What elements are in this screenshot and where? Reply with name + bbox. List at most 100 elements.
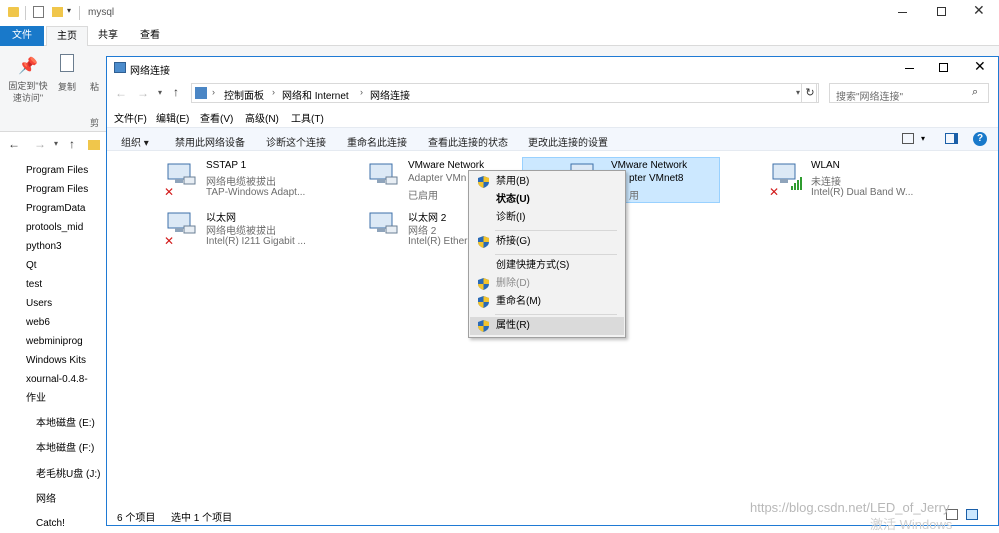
tree-item[interactable]: test bbox=[26, 276, 106, 294]
organize-button[interactable]: 组织 ▾ bbox=[121, 134, 149, 149]
refresh-button[interactable]: ↻ bbox=[801, 83, 819, 103]
item-name: SSTAP 1 bbox=[206, 160, 247, 171]
maximize-icon[interactable] bbox=[937, 7, 946, 16]
tab-file[interactable]: 文件 bbox=[0, 26, 44, 46]
menu-item-delete[interactable]: 删除(D) bbox=[470, 275, 624, 293]
network-item-ethernet[interactable]: ✕ 以太网 网络电缆被拔出 Intel(R) I211 Gigabit ... bbox=[162, 207, 348, 253]
minimize-icon[interactable] bbox=[898, 12, 907, 13]
tree-item[interactable]: Qt bbox=[26, 257, 106, 275]
tree-item[interactable]: web6 bbox=[26, 314, 106, 332]
drive-item[interactable]: 本地磁盘 (F:) bbox=[36, 440, 116, 458]
breadcrumb-sep-icon: › bbox=[272, 87, 275, 97]
recent-chevron-icon[interactable]: ▾ bbox=[54, 139, 58, 148]
search-input[interactable]: 搜索"网络连接" ⌕ bbox=[829, 83, 989, 103]
rename-button[interactable]: 重命名此连接 bbox=[347, 134, 407, 149]
menu-tools[interactable]: 工具(T) bbox=[291, 110, 324, 125]
help-icon[interactable]: ? bbox=[973, 132, 987, 146]
breadcrumb-control-panel[interactable]: 控制面板 bbox=[224, 87, 264, 102]
preview-pane-icon[interactable] bbox=[945, 133, 958, 144]
up-icon[interactable]: ↑ bbox=[69, 137, 75, 151]
tree-item[interactable]: protools_mid bbox=[26, 219, 106, 237]
catch-item[interactable]: Catch! bbox=[36, 515, 116, 533]
network-connections-icon bbox=[114, 62, 126, 73]
tree-item[interactable]: ProgramData bbox=[26, 200, 106, 218]
tab-home[interactable]: 主页 bbox=[46, 26, 88, 46]
menu-item-rename[interactable]: 重命名(M) bbox=[470, 293, 624, 311]
view-chevron-icon[interactable]: ▾ bbox=[921, 134, 925, 143]
watermark-text: https://blog.csdn.net/LED_of_Jerry bbox=[750, 500, 950, 515]
menu-item-diagnose[interactable]: 诊断(I) bbox=[470, 209, 624, 227]
menu-bar: 文件(F) 编辑(E) 查看(V) 高级(N) 工具(T) bbox=[107, 107, 998, 127]
command-bar: 组织 ▾ 禁用此网络设备 诊断这个连接 重命名此连接 查看此连接的状态 更改此连… bbox=[107, 127, 998, 151]
disconnected-x-icon: ✕ bbox=[164, 234, 175, 248]
background-window-title: mysql bbox=[88, 7, 115, 18]
address-bar[interactable]: › 控制面板 › 网络和 Internet › 网络连接 ▾ bbox=[191, 83, 817, 103]
background-titlebar: ▾ mysql ✕ bbox=[0, 0, 999, 26]
tree-item[interactable]: Users bbox=[26, 295, 106, 313]
close-icon[interactable]: ✕ bbox=[973, 2, 985, 19]
tree-item[interactable]: Program Files bbox=[26, 181, 106, 199]
tree-item[interactable]: python3 bbox=[26, 238, 106, 256]
disable-device-button[interactable]: 禁用此网络设备 bbox=[175, 134, 245, 149]
breadcrumb-network-internet[interactable]: 网络和 Internet bbox=[282, 87, 349, 102]
item-device: Intel(R) Dual Band W... bbox=[811, 187, 914, 198]
separator bbox=[79, 6, 80, 20]
item-status: Adapter VMn bbox=[408, 173, 467, 184]
item-device: TAP-Windows Adapt... bbox=[206, 187, 306, 198]
up-icon[interactable]: ↑ bbox=[173, 85, 179, 99]
back-icon[interactable]: ← bbox=[8, 137, 20, 151]
tree-item[interactable]: 作业 bbox=[26, 390, 106, 408]
new-folder-icon[interactable] bbox=[52, 7, 63, 17]
tree-item[interactable]: Program Files bbox=[26, 162, 106, 180]
background-nav-buttons: ← → ▾ ↑ bbox=[0, 134, 106, 158]
qat-chevron-icon[interactable]: ▾ bbox=[67, 6, 71, 15]
pin-quick-access-button[interactable]: 固定到"快速访问" bbox=[4, 80, 52, 104]
menu-advanced[interactable]: 高级(N) bbox=[245, 110, 279, 125]
tree-item[interactable]: Windows Kits bbox=[26, 352, 106, 370]
menu-view[interactable]: 查看(V) bbox=[200, 110, 233, 125]
breadcrumb-network-connections[interactable]: 网络连接 bbox=[370, 87, 410, 102]
drive-item[interactable]: 本地磁盘 (E:) bbox=[36, 415, 116, 433]
large-icons-view-icon[interactable] bbox=[966, 509, 978, 520]
properties-icon[interactable] bbox=[33, 6, 44, 18]
menu-edit[interactable]: 编辑(E) bbox=[156, 110, 189, 125]
copy-button[interactable]: 复制 bbox=[58, 80, 76, 93]
tree-item[interactable]: xournal-0.4.8- bbox=[26, 371, 106, 389]
menu-separator bbox=[495, 254, 617, 255]
menu-item-create-shortcut[interactable]: 创建快捷方式(S) bbox=[470, 257, 624, 275]
cut-partial-label[interactable]: 剪 bbox=[90, 116, 99, 129]
forward-icon[interactable]: → bbox=[137, 86, 149, 100]
menu-item-disable[interactable]: 禁用(B) bbox=[470, 173, 624, 191]
tree-item[interactable]: webminiprog bbox=[26, 333, 106, 351]
background-nav-tree: Program Files Program Files ProgramData … bbox=[0, 158, 106, 529]
menu-item-properties-hover[interactable]: 属性(R) bbox=[470, 317, 624, 335]
tab-view[interactable]: 查看 bbox=[130, 26, 170, 46]
minimize-icon[interactable] bbox=[905, 68, 914, 69]
network-item-wlan[interactable]: ✕ WLAN 未连接 Intel(R) Dual Band W... bbox=[767, 158, 953, 204]
diagnose-button[interactable]: 诊断这个连接 bbox=[266, 134, 326, 149]
back-icon[interactable]: ← bbox=[115, 86, 127, 100]
maximize-icon[interactable] bbox=[939, 63, 948, 72]
view-status-button[interactable]: 查看此连接的状态 bbox=[428, 134, 508, 149]
menu-item-status[interactable]: 状态(U) bbox=[470, 191, 624, 209]
view-options-icon[interactable] bbox=[902, 133, 914, 144]
paste-partial-label[interactable]: 粘 bbox=[90, 80, 99, 93]
network-adapter-icon bbox=[368, 162, 398, 186]
network-item[interactable]: 网络 bbox=[36, 491, 116, 509]
item-status: 网络电缆被拔出 bbox=[206, 177, 276, 188]
menu-file[interactable]: 文件(F) bbox=[114, 110, 147, 125]
change-settings-button[interactable]: 更改此连接的设置 bbox=[528, 134, 608, 149]
disconnected-x-icon: ✕ bbox=[164, 185, 175, 199]
menu-separator bbox=[495, 230, 617, 231]
address-dropdown-icon[interactable]: ▾ bbox=[796, 88, 800, 97]
recent-chevron-icon[interactable]: ▾ bbox=[158, 88, 162, 97]
item-count: 6 个项目 bbox=[117, 513, 156, 524]
uac-shield-icon bbox=[478, 236, 489, 248]
wlan-adapter-icon bbox=[771, 162, 802, 190]
tab-share[interactable]: 共享 bbox=[88, 26, 128, 46]
drive-item[interactable]: 老毛桃U盘 (J:) bbox=[36, 466, 116, 484]
forward-icon[interactable]: → bbox=[34, 137, 46, 151]
network-item-sstap[interactable]: ✕ SSTAP 1 网络电缆被拔出 TAP-Windows Adapt... bbox=[162, 158, 348, 204]
menu-item-bridge[interactable]: 桥接(G) bbox=[470, 233, 624, 251]
close-icon[interactable]: ✕ bbox=[974, 58, 986, 75]
